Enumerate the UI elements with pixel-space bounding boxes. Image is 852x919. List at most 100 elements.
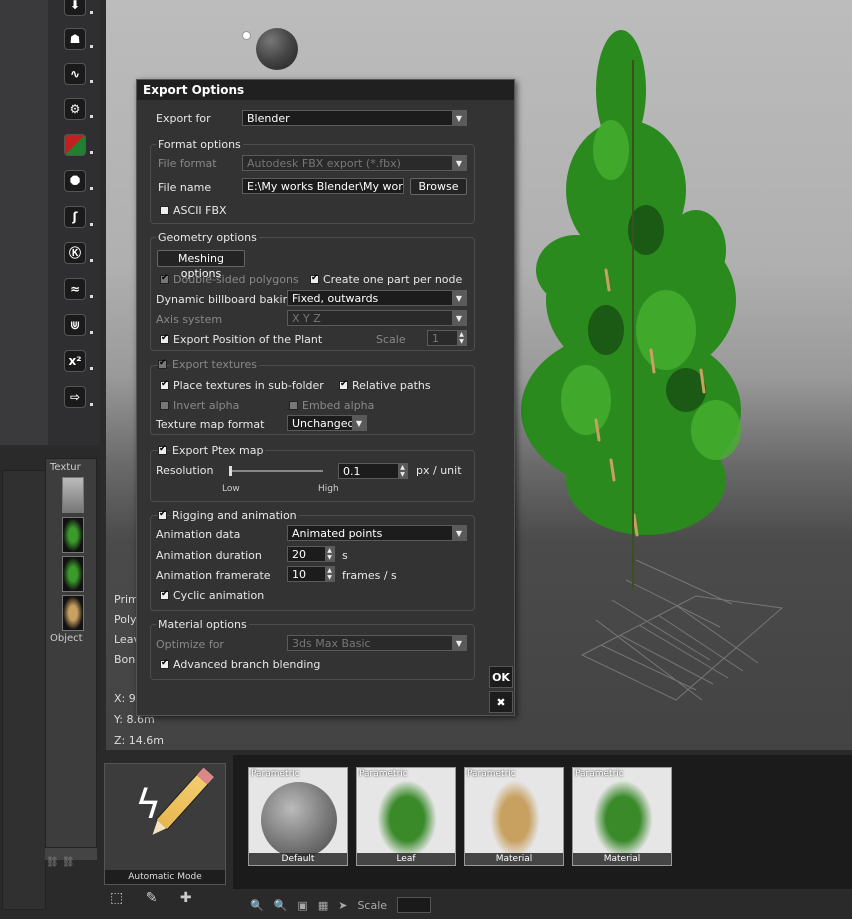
duration-unit: s: [342, 549, 348, 562]
resolution-stepper[interactable]: 0.1 ▲ ▼: [338, 463, 408, 479]
relative-paths-label: Relative paths: [352, 379, 431, 392]
ascii-fbx-checkbox[interactable]: [160, 206, 169, 215]
scale-label: Scale: [357, 898, 388, 912]
texture-map-format-select[interactable]: Unchanged ▼: [287, 415, 367, 431]
embed-alpha-checkbox: [289, 401, 298, 410]
scale-stepper: 1 ▲ ▼: [427, 330, 467, 346]
double-sided-label: Double-sided polygons: [173, 273, 299, 286]
zoom-in-icon[interactable]: 🔍: [250, 899, 264, 912]
texture-thumb-catkin[interactable]: [62, 595, 84, 631]
close-icon[interactable]: ✖: [489, 691, 513, 713]
light-sphere[interactable]: [256, 28, 298, 70]
checker-icon[interactable]: ▦: [318, 899, 328, 912]
animation-data-select[interactable]: Animated points ▼: [287, 525, 467, 541]
scale-value: 1: [432, 332, 439, 345]
coord-z: Z: 14.6m: [114, 734, 164, 747]
light-handle-icon[interactable]: [242, 31, 251, 40]
add-material-icon[interactable]: ✚: [180, 890, 192, 906]
material-card-catkin[interactable]: Parametric Material: [464, 767, 564, 866]
link-icons[interactable]: ⛓ ⛓: [46, 857, 75, 868]
rigging-checkbox[interactable]: [158, 509, 167, 520]
animation-data-label: Animation data: [156, 528, 241, 541]
axis-system-label: Axis system: [156, 313, 223, 326]
ok-button[interactable]: OK: [489, 666, 513, 688]
animation-duration-stepper[interactable]: 20 ▲ ▼: [287, 546, 335, 562]
material-card-leaf-2[interactable]: Parametric Material: [572, 767, 672, 866]
texture-thumb-leaf[interactable]: [62, 517, 84, 553]
octagon-tool-icon[interactable]: ⯃: [64, 170, 93, 192]
scene-tree-panel[interactable]: Textur Object: [45, 458, 97, 848]
browse-button[interactable]: Browse: [410, 178, 467, 195]
paint-icon[interactable]: ✎: [146, 890, 158, 906]
file-name-input[interactable]: E:\My works Blender\My works t: [242, 178, 404, 194]
subfolder-checkbox[interactable]: [160, 379, 169, 390]
nodes-tool-icon[interactable]: ⚙: [64, 98, 93, 120]
material-name: Material: [573, 853, 671, 865]
stepper-arrows-icon: ▲ ▼: [325, 567, 334, 581]
one-part-per-node-label: Create one part per node: [323, 273, 463, 286]
light-tool-icon[interactable]: ☗: [64, 28, 93, 50]
billboard-baking-select[interactable]: Fixed, outwards ▼: [287, 290, 467, 306]
automatic-mode-button[interactable]: ϟ Automatic Mode: [104, 763, 226, 885]
pencil-icon: [155, 773, 209, 831]
resolution-slider-track[interactable]: [229, 470, 323, 472]
keyframe-tool-icon[interactable]: Ⓚ: [64, 242, 93, 264]
zoom-row: 🔍 🔍 ▣ ▦ ➤ Scale: [250, 897, 432, 913]
chevron-down-icon: ▼: [352, 416, 366, 430]
billboard-baking-value: Fixed, outwards: [292, 292, 379, 305]
formula-tool-icon[interactable]: x²: [64, 350, 93, 372]
chevron-down-icon: ▼: [452, 291, 466, 305]
scale-input[interactable]: [397, 897, 432, 913]
material-card-leaf[interactable]: Parametric Leaf: [356, 767, 456, 866]
slider-low-label: Low: [222, 484, 240, 494]
cyclic-animation-checkbox[interactable]: [160, 589, 169, 600]
optimize-for-label: Optimize for: [156, 638, 224, 651]
subfolder-label: Place textures in sub-folder: [173, 379, 324, 392]
chevron-down-icon: ▼: [452, 156, 466, 170]
zoom-out-icon[interactable]: 🔍: [274, 899, 288, 912]
axis-system-value: X Y Z: [292, 312, 321, 325]
framerate-unit: frames / s: [342, 569, 397, 582]
animation-data-value: Animated points: [292, 527, 383, 540]
export-ptex-title: Export Ptex map: [170, 444, 266, 457]
export-ptex-checkbox[interactable]: [158, 444, 167, 455]
material-name: Default: [249, 853, 347, 865]
embed-alpha-label: Embed alpha: [302, 399, 375, 412]
one-part-per-node-checkbox[interactable]: [310, 273, 319, 284]
optimize-for-select: 3ds Max Basic ▼: [287, 635, 467, 651]
animation-framerate-stepper[interactable]: 10 ▲ ▼: [287, 566, 335, 582]
invert-alpha-label: Invert alpha: [173, 399, 240, 412]
leaf-preview: [593, 780, 653, 858]
meshing-options-button[interactable]: Meshing options: [157, 250, 245, 280]
format-options-title: Format options: [156, 138, 243, 151]
tree-textures-header[interactable]: Textur: [50, 462, 96, 473]
advanced-blending-checkbox[interactable]: [160, 658, 169, 669]
export-tool-icon[interactable]: ⇨: [64, 386, 93, 408]
export-position-checkbox[interactable]: [160, 333, 169, 344]
texture-thumb-leaf-2[interactable]: [62, 556, 84, 592]
curve-tool-icon[interactable]: ʃ: [64, 206, 93, 228]
invert-alpha-checkbox: [160, 401, 169, 410]
export-for-select[interactable]: Blender ▼: [242, 110, 467, 126]
dialog-title[interactable]: Export Options: [137, 80, 514, 100]
pointer-icon[interactable]: ➤: [338, 899, 347, 912]
tree-objects-header[interactable]: Object: [50, 633, 96, 644]
magnet-tool-icon[interactable]: ⋓: [64, 314, 93, 336]
animation-duration-label: Animation duration: [156, 549, 262, 562]
material-sphere-preview: [261, 782, 337, 858]
relative-paths-checkbox[interactable]: [339, 379, 348, 390]
cube-icon[interactable]: ▣: [297, 899, 307, 912]
stepper-arrows-icon: ▲ ▼: [457, 331, 466, 345]
file-name-label: File name: [158, 181, 212, 194]
material-options-title: Material options: [156, 618, 249, 631]
download-tool-icon[interactable]: ⬇: [64, 0, 93, 16]
mode-label: Automatic Mode: [105, 870, 225, 884]
wave-tool-icon[interactable]: ∿: [64, 63, 93, 85]
add-node-icon[interactable]: ⬚: [110, 890, 123, 906]
wind-tool-icon[interactable]: ≈: [64, 278, 93, 300]
color-tool-icon[interactable]: [64, 134, 93, 156]
leaf-preview: [377, 780, 437, 858]
resolution-slider-handle[interactable]: [229, 466, 232, 476]
material-card-default[interactable]: Parametric Default: [248, 767, 348, 866]
texture-thumb-bark[interactable]: [62, 477, 84, 513]
